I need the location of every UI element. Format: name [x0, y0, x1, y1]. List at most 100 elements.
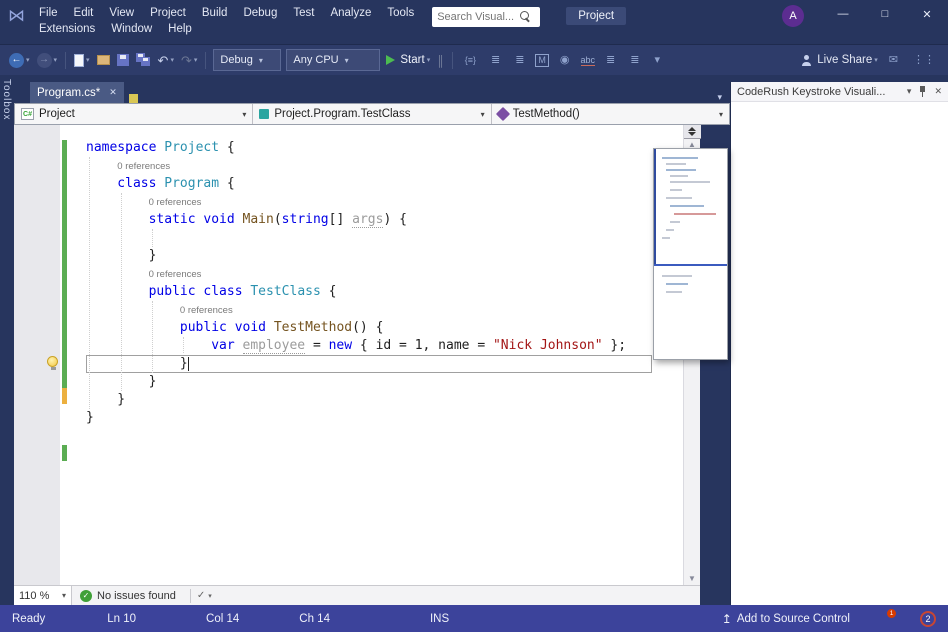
code-editor[interactable]: namespace Project { 0 references class Pro…	[14, 125, 683, 585]
search-box[interactable]	[432, 7, 540, 27]
live-share-button[interactable]: Live Share	[798, 48, 881, 72]
codelens-references[interactable]: 0 references	[149, 197, 202, 208]
new-file-button[interactable]	[71, 48, 93, 72]
project-dropdown[interactable]: C# Project	[15, 104, 253, 124]
bookmark-button[interactable]: M	[532, 48, 552, 72]
minimap-line	[674, 213, 716, 215]
uncomment-button[interactable]: ≣	[508, 48, 531, 72]
code-line[interactable]: }	[86, 409, 683, 427]
minimap-line	[662, 275, 692, 277]
format-document-button[interactable]: ≣	[623, 48, 646, 72]
pin-icon[interactable]	[918, 86, 927, 98]
code-line[interactable]: var employee = new { id = 1, name = "Nic…	[86, 337, 683, 355]
menu-view[interactable]: View	[101, 5, 142, 21]
status-insert-mode[interactable]: INS	[430, 613, 449, 625]
menu-debug[interactable]: Debug	[235, 5, 285, 21]
sort-lines-button[interactable]: ≣	[599, 48, 622, 72]
document-health-indicator[interactable]: ✓ No issues found	[72, 590, 184, 602]
start-debug-button[interactable]: Start	[383, 48, 433, 72]
menu-window[interactable]: Window	[103, 21, 160, 37]
codelens-references[interactable]: 0 references	[117, 161, 170, 172]
code-line[interactable]: public class TestClass {	[86, 283, 683, 301]
codelens-indicator[interactable]: 0 references	[86, 301, 683, 319]
maximize-button[interactable]: □	[864, 0, 906, 28]
tab-program-cs[interactable]: Program.cs*	[30, 82, 124, 103]
navigate-forward-button[interactable]: →	[34, 48, 61, 72]
menu-help[interactable]: Help	[160, 21, 200, 37]
status-column-number[interactable]: Col 14	[206, 613, 239, 625]
save-button[interactable]	[114, 48, 132, 72]
send-feedback-button[interactable]: ✉	[882, 48, 905, 72]
code-token	[227, 320, 235, 335]
indent-guide	[152, 301, 153, 373]
undo-button[interactable]: ↶	[155, 48, 177, 72]
codelens-references[interactable]: 0 references	[149, 269, 202, 280]
menu-project[interactable]: Project	[142, 5, 194, 21]
glyph-margin[interactable]	[14, 125, 60, 585]
spell-check-button[interactable]: abc	[578, 48, 599, 72]
code-line[interactable]: }	[86, 247, 683, 265]
code-line[interactable]: }	[86, 373, 683, 391]
panel-close-icon[interactable]	[934, 86, 942, 97]
menu-extensions[interactable]: Extensions	[31, 21, 103, 37]
codelens-references[interactable]: 0 references	[180, 305, 233, 316]
code-line[interactable]: static void Main(string[] args) {	[86, 211, 683, 229]
code-line[interactable]: }	[86, 391, 683, 409]
code-map-preview[interactable]	[653, 148, 728, 360]
minimize-button[interactable]: —	[822, 0, 864, 28]
code-line[interactable]	[86, 229, 683, 247]
notifications-button[interactable]: 1	[878, 613, 890, 624]
code-cleanup-button[interactable]: ✓	[197, 590, 212, 601]
hot-reload-button[interactable]: ∥	[434, 48, 447, 72]
search-input[interactable]	[437, 11, 519, 23]
split-window-grip[interactable]	[684, 125, 701, 139]
panel-menu-chevron-icon[interactable]: ▾	[907, 86, 912, 97]
publish-arrow-icon: ↥	[722, 612, 732, 626]
account-avatar[interactable]: A	[782, 5, 804, 27]
code-token: };	[603, 338, 626, 353]
codelens-indicator[interactable]: 0 references	[86, 265, 683, 283]
status-line-number[interactable]: Ln 10	[107, 613, 136, 625]
menu-build[interactable]: Build	[194, 5, 236, 21]
navigate-back-button[interactable]: ←	[6, 48, 33, 72]
toolbar-options-button[interactable]: ⋮⋮	[906, 48, 942, 72]
menu-edit[interactable]: Edit	[66, 5, 102, 21]
list-icon: ≣	[626, 53, 643, 67]
menu-test[interactable]: Test	[285, 5, 322, 21]
redo-button[interactable]: ↷	[178, 48, 200, 72]
debug-target-dropdown[interactable]: Debug	[213, 49, 281, 71]
lightbulb-icon[interactable]	[47, 356, 59, 371]
codelens-indicator[interactable]: 0 references	[86, 193, 683, 211]
new-file-icon	[74, 54, 84, 67]
platform-dropdown[interactable]: Any CPU	[286, 49, 380, 71]
code-token: }	[180, 356, 188, 371]
menu-tools[interactable]: Tools	[379, 5, 422, 21]
menu-analyze[interactable]: Analyze	[322, 5, 379, 21]
toolbar-overflow-button[interactable]: ▾	[647, 48, 667, 72]
navigate-bookmarks-button[interactable]: ◉	[553, 48, 577, 72]
status-character-number[interactable]: Ch 14	[299, 613, 330, 625]
code-lines[interactable]: namespace Project { 0 references class Pro…	[70, 125, 683, 585]
menu-file[interactable]: File	[31, 5, 66, 21]
document-list-chevron-icon[interactable]: ▾	[717, 92, 722, 103]
type-dropdown[interactable]: Project.Program.TestClass	[253, 104, 491, 124]
feedback-badge[interactable]: 2	[920, 611, 936, 627]
code-line[interactable]: class Program {	[86, 175, 683, 193]
code-line[interactable]: namespace Project {	[86, 139, 683, 157]
add-to-source-control-button[interactable]: ↥ Add to Source Control	[722, 612, 850, 626]
close-button[interactable]: ✕	[906, 0, 948, 28]
save-all-button[interactable]	[133, 48, 154, 72]
comment-button[interactable]: ≣	[484, 48, 507, 72]
panel-header[interactable]: CodeRush Keystroke Visuali... ▾	[731, 82, 948, 102]
code-line[interactable]: public void TestMethod() {	[86, 319, 683, 337]
code-line[interactable]: }	[86, 355, 652, 373]
toolbar-separator	[452, 52, 453, 69]
scroll-down-icon[interactable]: ▼	[688, 573, 696, 585]
toolbox-tab[interactable]: Toolbox	[0, 75, 14, 605]
codelens-indicator[interactable]: 0 references	[86, 157, 683, 175]
member-dropdown[interactable]: TestMethod()	[492, 104, 729, 124]
tab-close-icon[interactable]	[109, 87, 117, 98]
open-file-button[interactable]	[94, 48, 113, 72]
zoom-dropdown[interactable]: 110 %	[14, 586, 72, 605]
find-in-files-button[interactable]: {≡}	[458, 48, 483, 72]
